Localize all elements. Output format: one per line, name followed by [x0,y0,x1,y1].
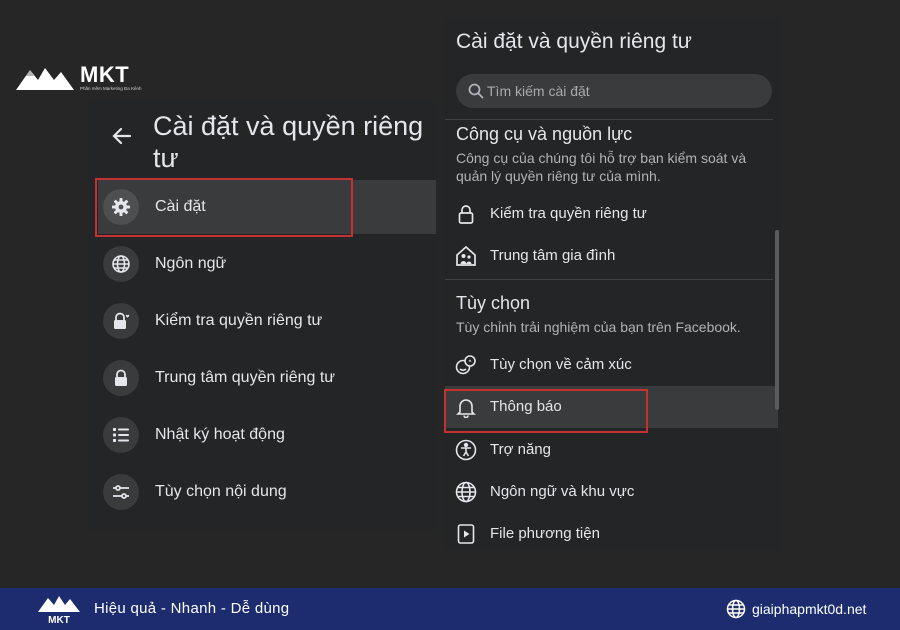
right-item-label: Ngôn ngữ và khu vực [490,483,635,500]
right-item-accessibility[interactable]: Trợ năng [445,429,778,471]
list-icon [103,417,139,453]
sliders-icon [103,474,139,510]
right-item-media[interactable]: File phương tiện [445,513,778,555]
globe-icon [103,246,139,282]
settings-search-input[interactable]: Tìm kiếm cài đặt [456,74,772,108]
section-title-tools: Công cụ và nguồn lực [456,124,633,144]
section-title-preferences: Tùy chọn [456,293,531,313]
divider [445,279,773,280]
search-placeholder: Tìm kiếm cài đặt [487,83,590,99]
lock-icon [103,360,139,396]
right-item-family-center[interactable]: Trung tâm gia đình [445,235,778,277]
left-panel-title: Cài đặt và quyền riêng tư [153,111,424,173]
lock-icon [454,202,478,226]
left-item-label: Kiểm tra quyền riêng tư [155,312,323,329]
scrollbar-thumb[interactable] [775,230,779,410]
left-item-language[interactable]: Ngôn ngữ [98,237,436,291]
right-item-label: Kiểm tra quyền riêng tư [490,205,647,222]
right-item-label: Tùy chọn về cảm xúc [490,356,632,373]
left-item-label: Ngôn ngữ [155,255,227,272]
section-description-tools: Công cụ của chúng tôi hỗ trợ bạn kiểm so… [456,150,747,184]
left-item-privacy-center[interactable]: Trung tâm quyền riêng tư [98,351,436,405]
left-item-label: Tùy chọn nội dung [155,483,287,500]
annotation-highlight-settings [95,178,353,237]
left-item-activity-log[interactable]: Nhật ký hoạt động [98,408,436,462]
svg-text:MKT: MKT [48,615,70,626]
mkt-mountain-logo-icon [16,68,74,90]
lock-heart-icon [103,303,139,339]
reactions-icon [454,353,478,377]
right-item-label: Trợ năng [490,441,551,458]
accessibility-icon [454,438,478,462]
left-item-label: Nhật ký hoạt động [155,426,285,443]
footer-banner: MKT Hiệu quả - Nhanh - Dễ dùng giaiphapm… [0,588,900,630]
right-panel-title: Cài đặt và quyền riêng tư [456,30,692,53]
right-item-reaction-preferences[interactable]: Tùy chọn về cảm xúc [445,344,778,386]
section-description-preferences: Tùy chỉnh trải nghiệm của bạn trên Faceb… [456,319,741,335]
globe-icon [726,599,746,619]
media-icon [454,522,478,546]
footer-website-link[interactable]: giaiphapmkt0d.net [752,588,866,630]
annotation-highlight-notifications [444,389,648,433]
brand-logo: MKT Phần mềm Marketing Đa Kênh [14,62,144,96]
globe-icon [454,480,478,504]
family-center-icon [454,244,478,268]
right-settings-panel: Cài đặt và quyền riêng tư Tìm kiếm cài đ… [445,18,780,550]
left-settings-panel: Cài đặt và quyền riêng tư Cài đặt Ngôn n… [88,100,436,530]
left-item-label: Trung tâm quyền riêng tư [155,369,335,386]
brand-name: MKT [80,62,130,87]
search-icon [468,83,484,99]
footer-slogan: Hiệu quả - Nhanh - Dễ dùng [94,600,290,617]
right-item-privacy-checkup[interactable]: Kiểm tra quyền riêng tư [445,193,778,235]
divider [445,119,773,120]
left-item-privacy-checkup[interactable]: Kiểm tra quyền riêng tư [98,294,436,348]
brand-tagline: Phần mềm Marketing Đa Kênh [80,86,142,91]
left-item-content-preferences[interactable]: Tùy chọn nội dung [98,465,436,519]
back-arrow-icon[interactable] [110,124,134,148]
right-item-language-region[interactable]: Ngôn ngữ và khu vực [445,471,778,513]
right-item-label: File phương tiện [490,525,600,542]
mkt-footer-logo-icon: MKT [38,596,80,626]
right-item-label: Trung tâm gia đình [490,247,616,264]
